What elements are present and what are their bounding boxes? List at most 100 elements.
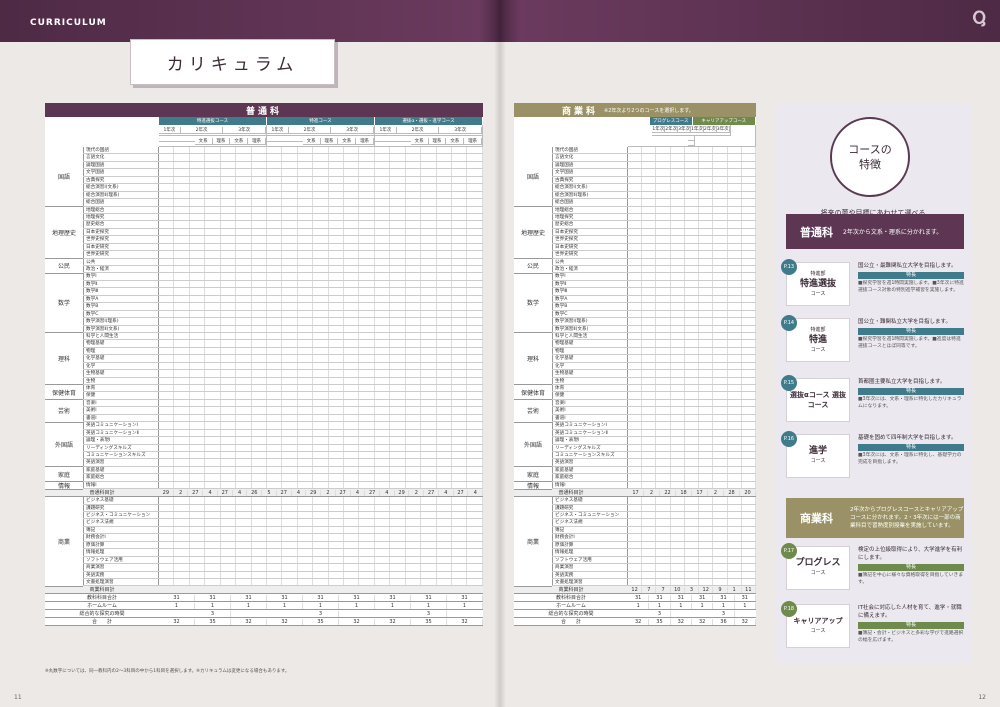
total-value: 1: [339, 602, 375, 609]
cell: [174, 429, 190, 437]
total-value: 12: [699, 586, 714, 593]
cell: [190, 466, 206, 474]
cell: [375, 221, 391, 228]
cell: [742, 497, 756, 504]
cell: [329, 444, 345, 451]
cell: [437, 549, 453, 556]
cell: [671, 340, 685, 347]
year-label: 1年次: [652, 126, 666, 134]
cell: [390, 154, 406, 161]
subject-row: 化学: [45, 362, 483, 371]
cell: [628, 318, 643, 325]
cell: [236, 273, 252, 280]
year-label: 3年次: [439, 126, 482, 134]
cell: [282, 169, 298, 176]
cell: [642, 295, 657, 303]
cell: [190, 251, 206, 258]
cell: [713, 318, 728, 325]
cell: [685, 288, 700, 295]
cell: [159, 236, 175, 243]
cell: [282, 251, 298, 258]
cell: [452, 295, 468, 303]
cell: [452, 474, 468, 481]
cell: [713, 221, 728, 228]
cell: [452, 362, 468, 370]
cell: [390, 399, 406, 407]
cell: [742, 147, 756, 154]
cell: [329, 288, 345, 295]
course-card[interactable]: キャリアアップ コース P.18 IT社会に対応した人材を育て、進学・就職に備えます。…: [781, 601, 964, 648]
cell: [390, 147, 406, 154]
cell: [298, 273, 314, 280]
cell: [467, 355, 483, 362]
cell: [421, 280, 437, 288]
course-card[interactable]: 選抜αコース 選抜コース P.15 首都圏主要私立大学を目指します。 特長 ■3年次には…: [781, 375, 964, 422]
cell: [282, 481, 298, 489]
cell: [267, 377, 283, 384]
cell: [359, 169, 375, 176]
cell: [421, 556, 437, 564]
cell: [699, 154, 714, 161]
subject-row: 化学基礎: [45, 355, 483, 363]
subject-name: 財務会計Ⅰ: [83, 534, 159, 541]
course-card[interactable]: プログレス コース P.17 検定の上位級取得により、大学進学を有利にします。 特長 ■簿…: [781, 543, 964, 590]
cell: [421, 444, 437, 451]
cell: [375, 385, 391, 392]
subject-name: 化学: [83, 362, 159, 370]
cell: [329, 526, 345, 534]
cell: [742, 169, 756, 176]
cell: [313, 414, 329, 422]
cell: [359, 161, 375, 169]
cell: [437, 213, 453, 221]
cell: [267, 549, 283, 556]
cell: [728, 362, 742, 370]
cell: [406, 422, 422, 429]
subtotal-value: 18: [676, 489, 692, 496]
cell: [437, 459, 453, 466]
cell: [267, 295, 283, 303]
course-dept: 特進部: [810, 271, 826, 277]
cell: [329, 213, 345, 221]
cell: [359, 519, 375, 526]
cell: [437, 332, 453, 340]
cell: [656, 385, 671, 392]
cell: [344, 392, 360, 399]
cell: [452, 451, 468, 459]
cell: [252, 549, 267, 556]
course-card[interactable]: 特進部 特進選抜 コース P.13 国公立・最難関私立大学を目指します。 特長 ■探究学習を…: [781, 259, 964, 306]
cell: [359, 422, 375, 429]
cell: [282, 228, 298, 236]
cell: [344, 332, 360, 340]
cell: [298, 451, 314, 459]
cell: [685, 564, 700, 571]
cell: [267, 280, 283, 288]
feature-tag: 特長: [858, 564, 964, 571]
subject-row: 書道Ⅰ: [45, 414, 483, 423]
cell: [421, 392, 437, 399]
cell: [252, 422, 267, 429]
cell: [642, 258, 657, 265]
cell: [656, 347, 671, 355]
cell: [642, 243, 657, 251]
course-card[interactable]: 進学 コース P.16 基礎を固めて四年制大学を目指します。 特長 ■3年次には、文系・理…: [781, 431, 964, 478]
cell: [742, 184, 756, 191]
cell: [437, 258, 453, 265]
cell: [437, 288, 453, 295]
cell: [236, 258, 252, 265]
cell: [344, 451, 360, 459]
total-value: 31: [447, 594, 483, 601]
cell: [267, 370, 283, 377]
cell: [344, 147, 360, 154]
cell: [390, 362, 406, 370]
cell: [437, 407, 453, 414]
cell: [699, 236, 714, 243]
cell: [236, 295, 252, 303]
cell: [375, 161, 391, 169]
cell: [671, 355, 685, 362]
cell: [205, 422, 221, 429]
cell: [642, 519, 657, 526]
course-card[interactable]: 特進部 特進 コース P.14 国公立・難関私立大学を目指します。 特長 ■探究学習を週1時…: [781, 315, 964, 362]
cell: [344, 206, 360, 213]
cell: [656, 377, 671, 384]
cell: [467, 541, 483, 549]
